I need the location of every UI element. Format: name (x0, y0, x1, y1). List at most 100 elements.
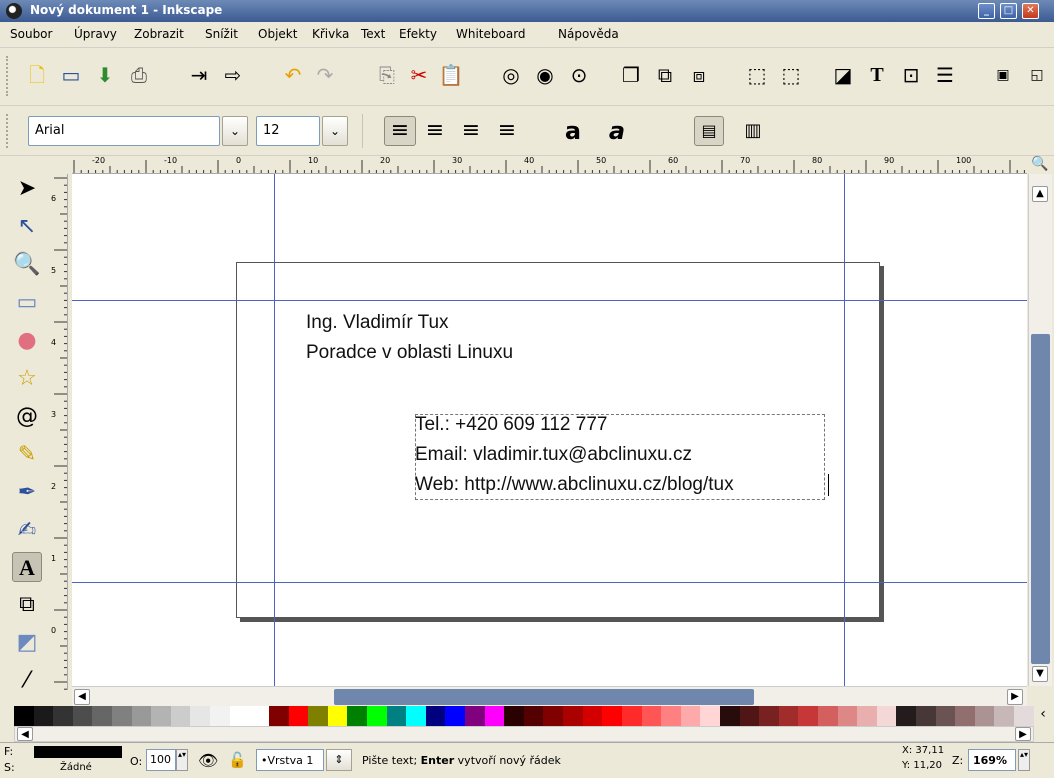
maximize-button[interactable]: □ (1000, 3, 1017, 19)
palette-swatch[interactable] (327, 706, 348, 726)
calligraphy-tool-icon[interactable]: ✍ (12, 516, 42, 546)
guide-line[interactable] (844, 174, 845, 686)
menu-snizit[interactable]: Snížit (205, 27, 238, 41)
font-size-input[interactable]: 12 (256, 116, 320, 146)
palette-swatch[interactable] (916, 706, 936, 726)
document-properties-icon[interactable]: ▣ (990, 62, 1016, 88)
zoom-drawing-icon[interactable]: ◉ (532, 62, 558, 88)
export-icon[interactable]: ⇨ (220, 62, 246, 88)
palette-swatch[interactable] (739, 706, 760, 726)
guide-line[interactable] (274, 174, 275, 686)
clone-icon[interactable]: ⧉ (652, 62, 678, 88)
palette-swatch[interactable] (778, 706, 799, 726)
palette-swatch[interactable] (170, 706, 191, 726)
menu-krivka[interactable]: Křivka (312, 27, 349, 41)
palette-swatch[interactable] (563, 706, 583, 726)
rectangle-tool-icon[interactable]: ▭ (12, 288, 42, 318)
minimize-button[interactable]: _ (978, 3, 995, 19)
align-left-button[interactable]: ≡ (384, 116, 416, 146)
palette-swatch[interactable] (935, 706, 956, 726)
font-family-dropdown-button[interactable]: ⌄ (222, 116, 248, 146)
cut-icon[interactable]: ✂ (406, 62, 432, 88)
palette-swatch[interactable] (1014, 706, 1034, 726)
scroll-thumb[interactable] (1031, 334, 1050, 664)
palette-swatch[interactable] (582, 706, 603, 726)
palette-swatch[interactable] (347, 706, 367, 726)
unlink-clone-icon[interactable]: ⧈ (686, 62, 712, 88)
italic-icon[interactable]: a (604, 118, 630, 144)
menu-soubor[interactable]: Soubor (10, 27, 52, 41)
font-family-input[interactable]: Arial (28, 116, 220, 146)
zoom-corner-icon[interactable]: 🔍 (1030, 156, 1050, 174)
palette-swatch[interactable] (955, 706, 975, 726)
palette-swatch[interactable] (680, 706, 701, 726)
ellipse-tool-icon[interactable]: ● (12, 326, 42, 356)
palette-swatch[interactable] (974, 706, 995, 726)
open-document-icon[interactable]: ▭ (58, 62, 84, 88)
palette-swatch[interactable] (700, 706, 720, 726)
palette-swatch[interactable] (53, 706, 73, 726)
lock-icon[interactable]: 🔓 (228, 751, 247, 769)
palette-swatch[interactable] (484, 706, 505, 726)
palette-swatch[interactable] (661, 706, 681, 726)
vertical-text-icon[interactable]: ▥ (740, 118, 766, 144)
menu-zobrazit[interactable]: Zobrazit (134, 27, 184, 41)
palette-swatch[interactable] (602, 706, 622, 726)
palette-swatch[interactable] (190, 706, 211, 726)
ungroup-icon[interactable]: ⬚ (778, 62, 804, 88)
palette-swatch[interactable] (445, 706, 466, 726)
zoom-spinner-icon[interactable]: ▴▾ (1018, 749, 1030, 771)
scroll-right-button[interactable]: ▶ (1015, 727, 1031, 741)
palette-swatch[interactable] (33, 706, 54, 726)
horizontal-scrollbar[interactable]: ◀ ▶ (72, 686, 1027, 706)
vertical-ruler[interactable]: 6 5 4 3 2 1 0 (50, 174, 68, 690)
palette-menu-icon[interactable]: ‹ (1034, 706, 1052, 726)
vertical-scrollbar[interactable]: ▲ ▼ (1028, 174, 1052, 686)
fill-stroke-icon[interactable]: ◪ (830, 62, 856, 88)
new-document-icon[interactable]: 🗋 (24, 62, 50, 88)
duplicate-icon[interactable]: ❐ (618, 62, 644, 88)
palette-swatch[interactable] (876, 706, 897, 726)
opacity-spinner-icon[interactable]: ▴▾ (176, 749, 188, 771)
node-tool-icon[interactable]: ↖ (12, 212, 42, 242)
palette-swatch[interactable] (719, 706, 740, 726)
palette-scrollbar[interactable]: ◀ ▶ (14, 726, 1034, 742)
palette-swatch[interactable] (504, 706, 524, 726)
close-button[interactable]: ✕ (1022, 3, 1039, 19)
connector-tool-icon[interactable]: ⧉ (12, 590, 42, 620)
menu-upravy[interactable]: Úpravy (74, 27, 117, 41)
scroll-up-button[interactable]: ▲ (1032, 186, 1048, 202)
palette-swatch[interactable] (837, 706, 858, 726)
save-document-icon[interactable]: ⬇ (92, 62, 118, 88)
fill-swatch[interactable] (34, 746, 122, 758)
zoom-selection-icon[interactable]: ◎ (498, 62, 524, 88)
palette-swatch[interactable] (308, 706, 328, 726)
bold-icon[interactable]: a (560, 118, 586, 144)
palette-swatch[interactable] (994, 706, 1015, 726)
gradient-tool-icon[interactable]: ◩ (12, 628, 42, 658)
palette-swatch[interactable] (896, 706, 917, 726)
palette-swatch[interactable] (817, 706, 838, 726)
palette-swatch[interactable] (72, 706, 93, 726)
preferences-icon[interactable]: ◱ (1024, 62, 1050, 88)
guide-line[interactable] (72, 582, 1027, 583)
horizontal-text-button[interactable]: ▤ (694, 116, 724, 146)
toolbar-grip[interactable] (6, 114, 10, 148)
group-icon[interactable]: ⬚ (744, 62, 770, 88)
stroke-swatch[interactable]: Žádné (60, 762, 92, 773)
palette-swatch[interactable] (131, 706, 152, 726)
contact-text[interactable]: Tel.: +420 609 112 777 Email: vladimir.t… (415, 410, 734, 500)
zoom-tool-icon[interactable]: 🔍 (12, 250, 42, 280)
palette-swatch[interactable] (465, 706, 485, 726)
eye-visibility-icon[interactable]: 👁 (198, 751, 218, 770)
selector-tool-icon[interactable]: ➤ (12, 174, 42, 204)
scroll-right-button[interactable]: ▶ (1007, 689, 1023, 705)
font-size-dropdown-button[interactable]: ⌄ (322, 116, 348, 146)
align-right-icon[interactable]: ≡ (458, 118, 484, 144)
palette-swatch[interactable] (857, 706, 877, 726)
layer-selector[interactable]: •Vrstva 1 (256, 749, 324, 771)
palette-swatch[interactable] (641, 706, 662, 726)
name-text[interactable]: Ing. Vladimír Tux Poradce v oblasti Linu… (306, 308, 513, 368)
palette-swatch[interactable] (210, 706, 230, 726)
layer-dropdown-icon[interactable]: ⇕ (326, 749, 352, 771)
